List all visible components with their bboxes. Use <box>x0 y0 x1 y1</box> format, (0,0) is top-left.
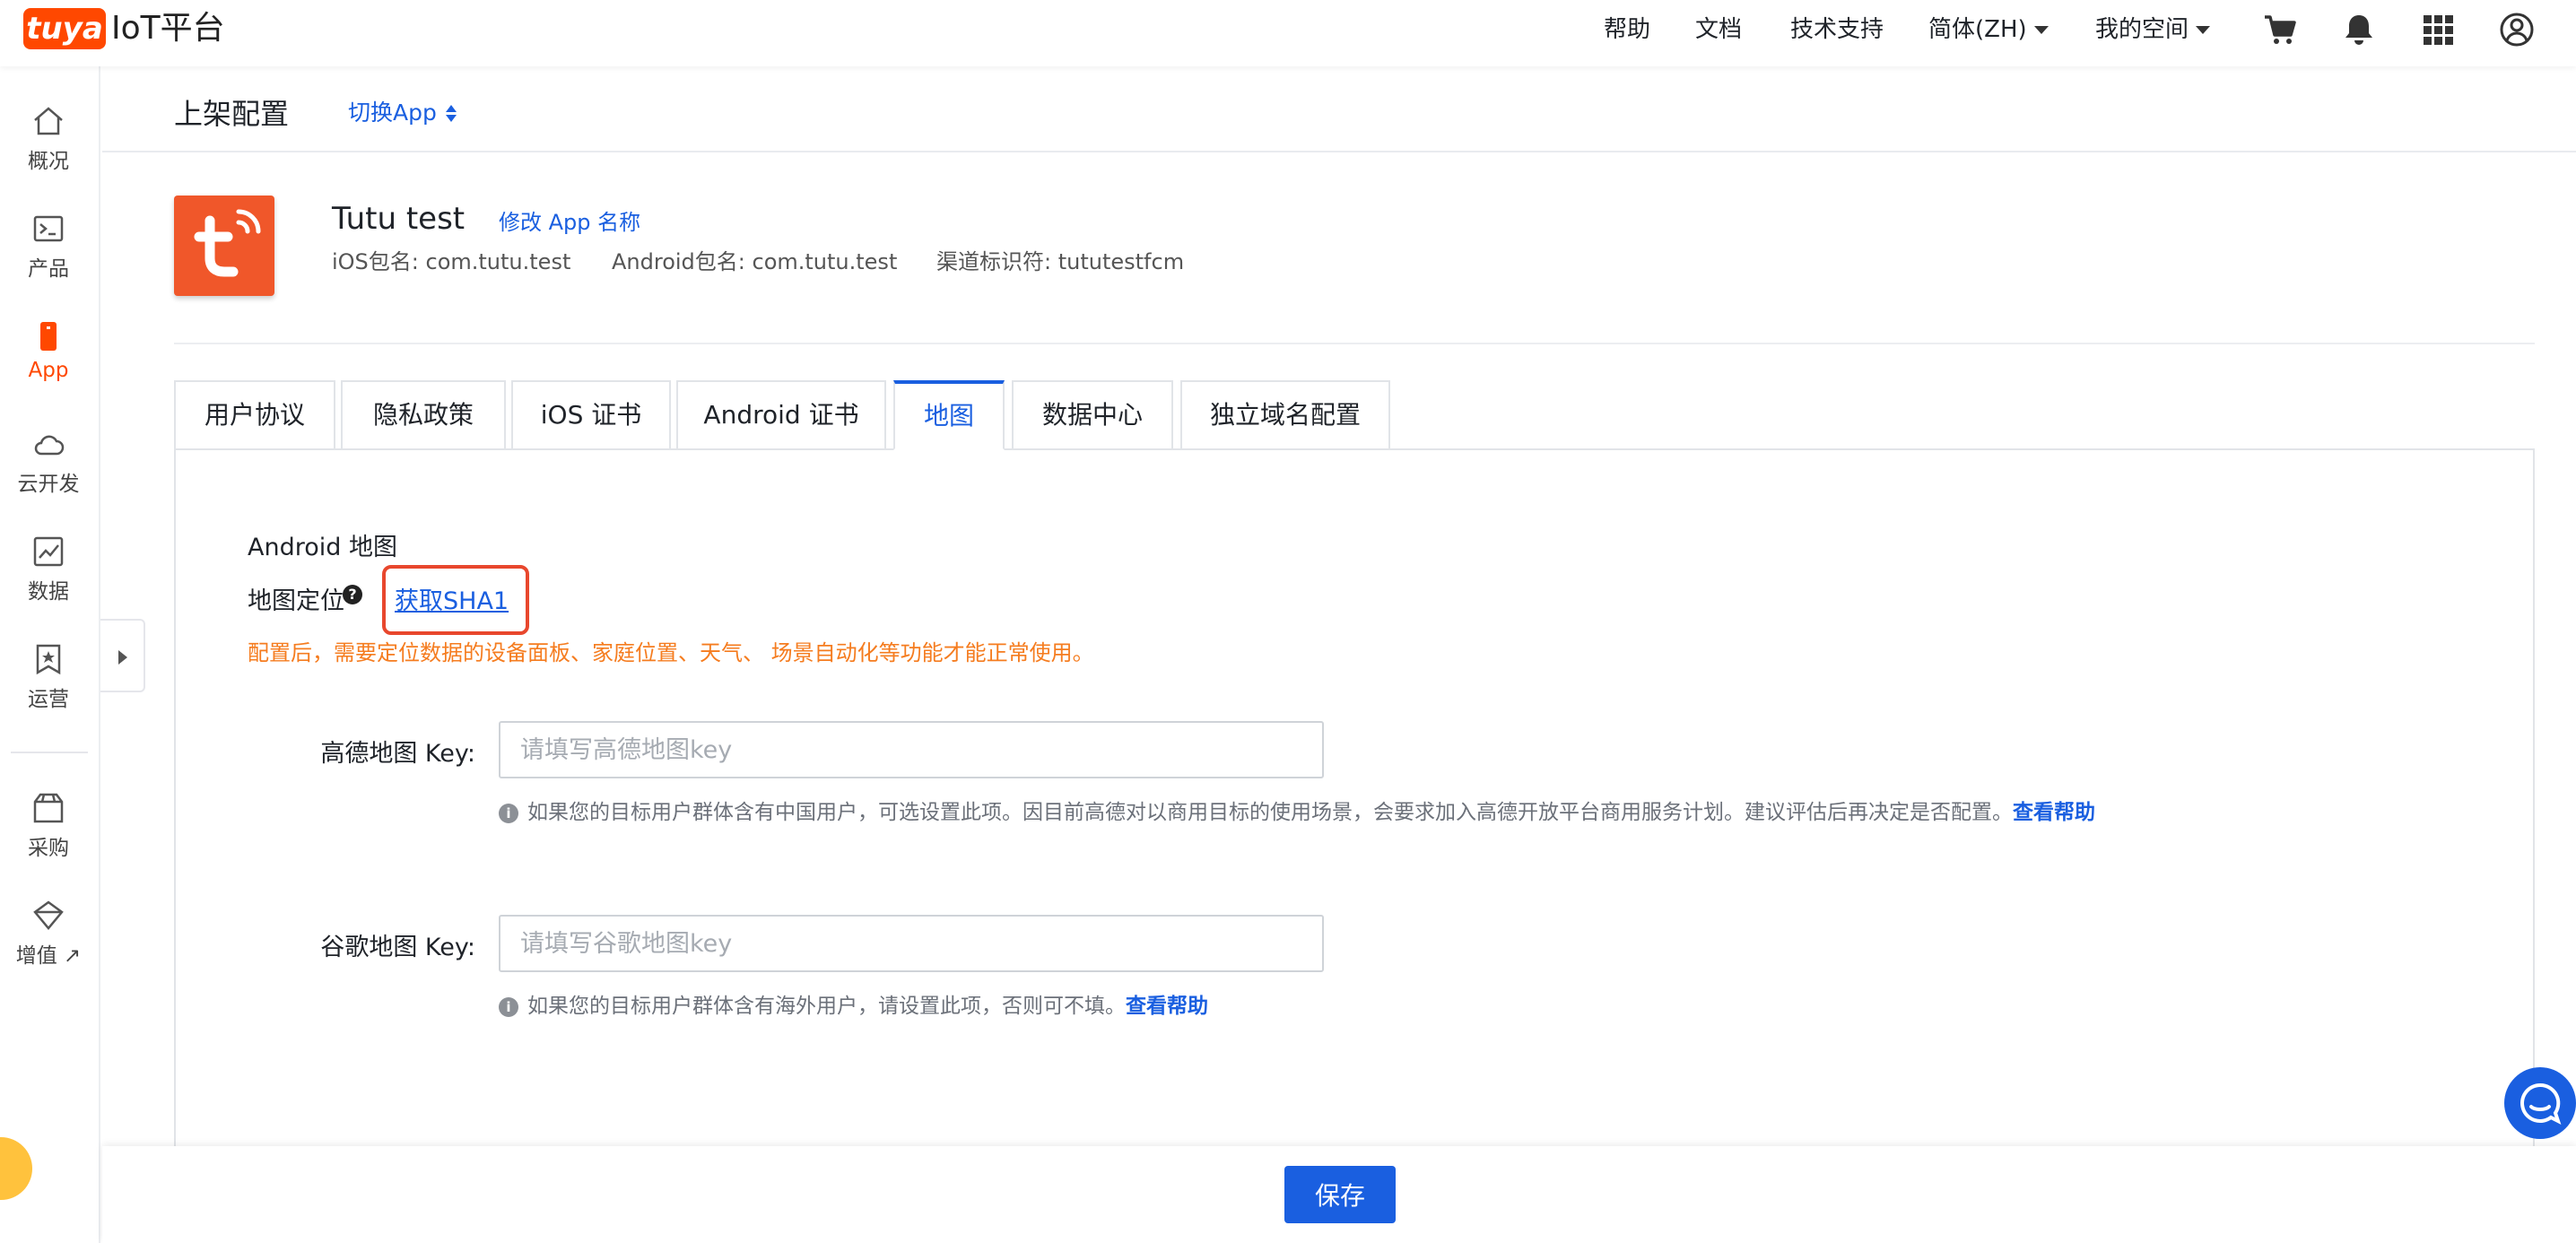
sidebar-item-operations[interactable]: 运营 <box>0 642 97 712</box>
rename-app-link[interactable]: 修改 App 名称 <box>499 204 640 236</box>
apps-grid-icon[interactable] <box>2420 12 2456 48</box>
diamond-icon <box>33 900 64 930</box>
nav-docs[interactable]: 文档 <box>1695 0 1742 59</box>
amap-help-link[interactable]: 查看帮助 <box>2013 801 2095 824</box>
tab-custom-domain[interactable]: 独立域名配置 <box>1180 380 1390 450</box>
footer-bar: 保存 <box>102 1146 2576 1243</box>
workspace-label: 我的空间 <box>2095 16 2189 43</box>
cart-icon[interactable] <box>2262 12 2298 48</box>
sidebar-item-product[interactable]: 产品 <box>0 212 97 282</box>
google-key-label: 谷歌地图 Key: <box>320 934 475 961</box>
tuya-logo[interactable]: tuya <box>23 8 106 49</box>
tab-ios-certificate[interactable]: iOS 证书 <box>511 380 671 450</box>
get-sha1-link[interactable]: 获取SHA1 <box>395 581 509 616</box>
chart-icon <box>33 536 64 567</box>
sidebar: 概况 产品 App 云开发 数据 运营 采购 增值 ↗ <box>0 66 100 1243</box>
ios-package-name: iOS包名: com.tutu.test <box>332 249 571 274</box>
sidebar-item-label: 概况 <box>28 150 69 173</box>
sidebar-item-label: 云开发 <box>17 473 80 496</box>
chat-support-button[interactable] <box>2504 1067 2576 1139</box>
warning-text: 配置后，需要定位数据的设备面板、家庭位置、天气、 场景自动化等功能才能正常使用。 <box>248 640 1094 665</box>
android-package-name: Android包名: com.tutu.test <box>612 249 898 274</box>
sidebar-item-app[interactable]: App <box>0 319 97 382</box>
google-key-input[interactable] <box>499 915 1324 972</box>
info-icon: i <box>499 803 518 823</box>
language-label: 简体(ZH) <box>1928 16 2027 43</box>
map-location-label: 地图定位 <box>248 587 344 615</box>
page-title: 上架配置 <box>174 97 290 131</box>
google-help-link[interactable]: 查看帮助 <box>1126 995 1208 1018</box>
switch-app-label: 切换App <box>348 100 437 126</box>
switch-app-button[interactable]: 切换App <box>348 95 457 127</box>
tab-privacy-policy[interactable]: 隐私政策 <box>341 380 506 450</box>
tab-map[interactable]: 地图 <box>893 380 1005 450</box>
tab-data-center[interactable]: 数据中心 <box>1012 380 1173 450</box>
page-root: tuya IoT平台 帮助 文档 技术支持 简体(ZH) 我的空间 概况 产品 … <box>0 0 2576 1243</box>
sidebar-item-cloud-dev[interactable]: 云开发 <box>0 427 97 497</box>
nav-help[interactable]: 帮助 <box>1604 0 1650 59</box>
sidebar-item-purchase[interactable]: 采购 <box>0 791 97 861</box>
tab-android-certificate[interactable]: Android 证书 <box>676 380 886 450</box>
sidebar-item-label: App <box>28 359 69 382</box>
sidebar-divider <box>11 752 88 753</box>
save-button[interactable]: 保存 <box>1284 1166 1396 1223</box>
sidebar-item-label: 运营 <box>28 688 69 711</box>
top-bar: tuya IoT平台 帮助 文档 技术支持 简体(ZH) 我的空间 <box>0 0 2576 66</box>
cloud-icon <box>34 435 65 456</box>
android-map-section-title: Android 地图 <box>248 534 397 561</box>
google-hint-text: 如果您的目标用户群体含有海外用户，请设置此项，否则可不填。 <box>527 995 1126 1018</box>
sidebar-expand-toggle[interactable] <box>100 619 145 692</box>
question-mark-icon[interactable]: ? <box>343 585 362 604</box>
star-icon <box>36 644 61 675</box>
bell-icon[interactable] <box>2341 12 2377 48</box>
app-logo-icon <box>194 209 261 277</box>
workspace-dropdown[interactable]: 我的空间 <box>2095 0 2211 59</box>
platform-name: IoT平台 <box>111 10 225 47</box>
sidebar-item-label: 采购 <box>28 837 69 860</box>
sidebar-item-label: 数据 <box>28 580 69 604</box>
amap-hint-text: 如果您的目标用户群体含有中国用户，可选设置此项。因目前高德对以商用目标的使用场景… <box>527 801 2013 824</box>
sidebar-item-data[interactable]: 数据 <box>0 535 97 604</box>
sort-updown-icon <box>445 103 457 125</box>
sidebar-item-value-added[interactable]: 增值 ↗ <box>0 899 97 969</box>
sidebar-item-label: 产品 <box>28 257 69 281</box>
sidebar-item-label: 增值 ↗ <box>15 944 82 968</box>
page-header: 上架配置 切换App <box>102 66 2576 152</box>
amap-key-label: 高德地图 Key: <box>320 740 475 768</box>
nav-support[interactable]: 技术支持 <box>1790 0 1884 59</box>
info-icon: i <box>499 996 518 1017</box>
language-dropdown[interactable]: 简体(ZH) <box>1928 0 2049 59</box>
sidebar-item-overview[interactable]: 概况 <box>0 104 97 174</box>
tab-user-agreement[interactable]: 用户协议 <box>174 380 335 450</box>
channel-identifier: 渠道标识符: tututestfcm <box>936 249 1185 274</box>
external-link-icon: ↗ <box>64 944 82 968</box>
chat-icon <box>2520 1082 2562 1125</box>
terminal-icon <box>33 215 64 242</box>
home-icon <box>34 107 63 135</box>
chevron-down-icon <box>2033 26 2049 34</box>
box-icon <box>33 793 64 823</box>
app-name: Tutu test <box>332 201 466 237</box>
amap-key-input[interactable] <box>499 721 1324 778</box>
amap-hint: i 如果您的目标用户群体含有中国用户，可选设置此项。因目前高德对以商用目标的使用场… <box>499 795 2095 825</box>
phone-icon <box>40 322 57 351</box>
user-avatar-icon[interactable] <box>2499 12 2535 48</box>
app-logo <box>174 196 274 296</box>
google-hint: i 如果您的目标用户群体含有海外用户，请设置此项，否则可不填。查看帮助 <box>499 988 1208 1019</box>
divider <box>174 343 2535 344</box>
chevron-down-icon <box>2196 26 2211 34</box>
